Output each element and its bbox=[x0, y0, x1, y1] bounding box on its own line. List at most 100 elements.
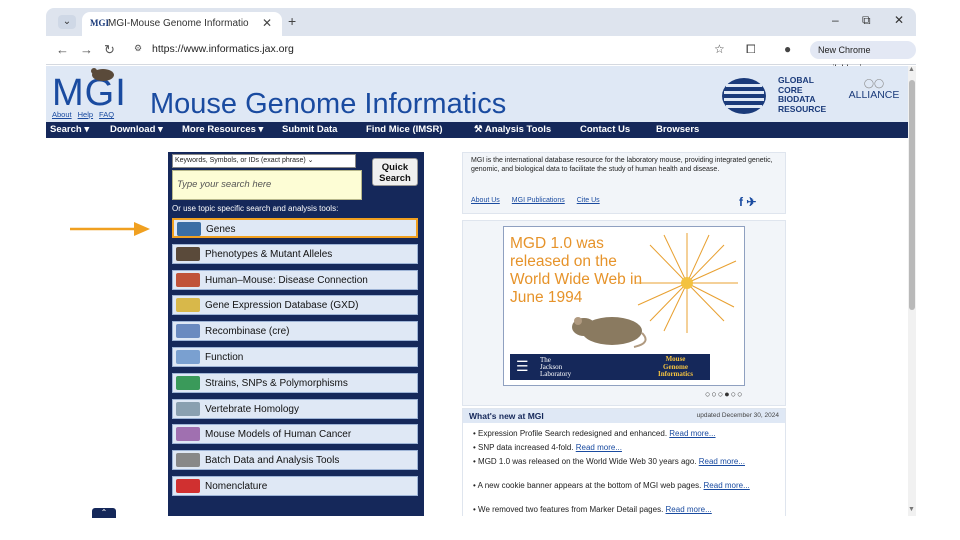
topic-label: Mouse Models of Human Cancer bbox=[205, 429, 352, 441]
mgi-publications-link[interactable]: MGI Publications bbox=[512, 197, 565, 204]
bookmark-star-icon[interactable]: ☆ bbox=[714, 42, 725, 56]
topic-label: Vertebrate Homology bbox=[205, 403, 299, 415]
topic-recombinase-cre[interactable]: Recombinase (cre) bbox=[172, 321, 418, 342]
chevron-up-icon: ⌃ bbox=[100, 508, 108, 517]
read-more-link[interactable]: Read more... bbox=[704, 481, 750, 490]
scroll-up-icon[interactable]: ▲ bbox=[908, 66, 915, 73]
read-more-link[interactable]: Read more... bbox=[699, 457, 745, 466]
extensions-icon[interactable]: ⧠ bbox=[746, 42, 756, 57]
address-bar: ← → ↻ ⚙ https://www.informatics.jax.org … bbox=[46, 36, 916, 73]
intro-links: About Us MGI Publications Cite Us bbox=[471, 197, 612, 204]
news-text: MGD 1.0 was released on the World Wide W… bbox=[478, 457, 697, 466]
menu-search[interactable]: Search ▾ bbox=[50, 124, 89, 135]
read-more-link[interactable]: Read more... bbox=[576, 443, 622, 452]
search-input[interactable]: Type your search here bbox=[172, 170, 362, 200]
reload-icon[interactable]: ↻ bbox=[104, 42, 115, 58]
jax-text: The Jackson Laboratory bbox=[540, 357, 571, 378]
about-link[interactable]: About bbox=[52, 110, 72, 119]
help-link[interactable]: Help bbox=[78, 110, 93, 119]
search-type-select[interactable]: Keywords, Symbols, or IDs (exact phrase)… bbox=[172, 154, 356, 168]
close-tab-icon[interactable]: ✕ bbox=[262, 16, 272, 30]
topic-strains-snps-polymorphisms[interactable]: Strains, SNPs & Polymorphisms bbox=[172, 372, 418, 393]
banner-headline: MGD 1.0 was released on the World Wide W… bbox=[510, 235, 643, 306]
minimize-icon[interactable]: – bbox=[832, 13, 839, 27]
topic-human-mouse-disease-connection[interactable]: Human–Mouse: Disease Connection bbox=[172, 269, 418, 290]
topic-icon bbox=[176, 427, 200, 442]
topic-label: Batch Data and Analysis Tools bbox=[205, 455, 340, 467]
gbc-logo-icon[interactable] bbox=[720, 76, 768, 116]
read-more-link[interactable]: Read more... bbox=[669, 429, 715, 438]
quick-search-button[interactable]: Quick Search bbox=[372, 158, 418, 186]
topic-label: Genes bbox=[206, 224, 236, 235]
news-text: Expression Profile Search redesigned and… bbox=[478, 429, 668, 438]
url-field[interactable]: https://www.informatics.jax.org bbox=[152, 43, 294, 55]
intro-box: MGI is the international database resour… bbox=[462, 152, 786, 214]
topic-icon bbox=[176, 375, 200, 390]
topic-mouse-models-of-human-cancer[interactable]: Mouse Models of Human Cancer bbox=[172, 424, 418, 445]
topic-label: Phenotypes & Mutant Alleles bbox=[205, 248, 333, 260]
new-tab-icon[interactable]: + bbox=[288, 13, 296, 29]
jax-logo-icon: ☰ bbox=[516, 358, 529, 374]
news-text: We removed two features from Marker Deta… bbox=[478, 505, 664, 514]
back-to-top-button[interactable]: ⌃ bbox=[92, 508, 116, 518]
restore-icon[interactable]: ⧉ bbox=[862, 13, 871, 28]
cite-us-link[interactable]: Cite Us bbox=[577, 197, 600, 204]
jax-line: Laboratory bbox=[540, 370, 572, 378]
topic-label: Gene Expression Database (GXD) bbox=[205, 300, 359, 312]
faq-link[interactable]: FAQ bbox=[99, 110, 114, 119]
alliance-emblem-icon: ◯◯ bbox=[863, 78, 885, 88]
topic-label: Nomenclature bbox=[205, 481, 268, 492]
mouse-logo-icon bbox=[91, 68, 114, 81]
mgi-strip-text: Mouse Genome Informatics bbox=[658, 355, 693, 379]
forward-icon[interactable]: → bbox=[80, 42, 93, 57]
tools-icon: ⚒ bbox=[474, 124, 483, 135]
page-scrollbar[interactable]: ▲ ▼ bbox=[908, 66, 916, 516]
topic-phenotypes-mutant-alleles[interactable]: Phenotypes & Mutant Alleles bbox=[172, 243, 418, 264]
topic-search-label: Or use topic specific search and analysi… bbox=[172, 204, 339, 213]
scroll-thumb[interactable] bbox=[909, 80, 915, 310]
social-links: f ✈ bbox=[739, 195, 756, 209]
menu-analysis-tools[interactable]: ⚒ Analysis Tools bbox=[474, 124, 551, 135]
alliance-text: ALLIANCE bbox=[848, 89, 900, 101]
topic-icon bbox=[176, 324, 200, 339]
topic-batch-data-and-analysis-tools[interactable]: Batch Data and Analysis Tools bbox=[172, 450, 418, 471]
topic-icon bbox=[176, 479, 200, 493]
chrome-update-button[interactable]: New Chrome available ⋮ bbox=[810, 41, 916, 73]
menu-download[interactable]: Download ▾ bbox=[110, 124, 163, 135]
topic-label: Human–Mouse: Disease Connection bbox=[205, 274, 368, 286]
menu-contact-us[interactable]: Contact Us bbox=[580, 124, 630, 135]
carousel-dots[interactable]: ○○○●○○ bbox=[705, 389, 744, 399]
topic-vertebrate-homology[interactable]: Vertebrate Homology bbox=[172, 398, 418, 419]
about-us-link[interactable]: About Us bbox=[471, 197, 500, 204]
topic-genes[interactable]: Genes bbox=[172, 218, 418, 238]
tab-list-button[interactable]: ⌄ bbox=[58, 15, 76, 29]
banner-image[interactable]: MGD 1.0 was released on the World Wide W… bbox=[503, 226, 745, 386]
topic-function[interactable]: Function bbox=[172, 347, 418, 367]
site-info-icon[interactable]: ⚙ bbox=[134, 43, 142, 54]
search-panel: Keywords, Symbols, or IDs (exact phrase)… bbox=[168, 152, 424, 516]
menu-submit-data[interactable]: Submit Data bbox=[282, 124, 337, 135]
browser-tab[interactable]: MGI MGI-Mouse Genome Informatio ✕ bbox=[82, 12, 282, 36]
menu-more-resources[interactable]: More Resources ▾ bbox=[182, 124, 263, 135]
menu-browsers[interactable]: Browsers bbox=[656, 124, 699, 135]
alliance-logo[interactable]: ◯◯ ALLIANCE bbox=[842, 78, 906, 116]
search-type-value: Keywords, Symbols, or IDs (exact phrase) bbox=[175, 157, 306, 164]
whats-new-header: What's new at MGI updated December 30, 2… bbox=[463, 409, 785, 423]
mgi-favicon-icon: MGI bbox=[90, 18, 109, 28]
topic-gene-expression-database-gxd[interactable]: Gene Expression Database (GXD) bbox=[172, 295, 418, 316]
news-banner-carousel: MGD 1.0 was released on the World Wide W… bbox=[462, 220, 786, 406]
topic-icon bbox=[176, 272, 200, 287]
gbc-text: GLOBAL CORE BIODATA RESOURCE bbox=[778, 75, 826, 114]
bluesky-icon[interactable]: ✈ bbox=[746, 195, 756, 209]
menu-find-mice[interactable]: Find Mice (IMSR) bbox=[366, 124, 443, 135]
whats-new-box: What's new at MGI updated December 30, 2… bbox=[462, 408, 786, 516]
read-more-link[interactable]: Read more... bbox=[666, 505, 712, 514]
profile-avatar-icon[interactable]: ● bbox=[784, 42, 791, 56]
scroll-down-icon[interactable]: ▼ bbox=[908, 506, 915, 513]
facebook-icon[interactable]: f bbox=[739, 195, 743, 209]
news-item: • Expression Profile Search redesigned a… bbox=[473, 429, 773, 439]
topic-nomenclature[interactable]: Nomenclature bbox=[172, 476, 418, 496]
close-window-icon[interactable]: ✕ bbox=[894, 13, 904, 27]
back-icon[interactable]: ← bbox=[56, 42, 69, 57]
site-title: Mouse Genome Informatics bbox=[150, 88, 507, 120]
